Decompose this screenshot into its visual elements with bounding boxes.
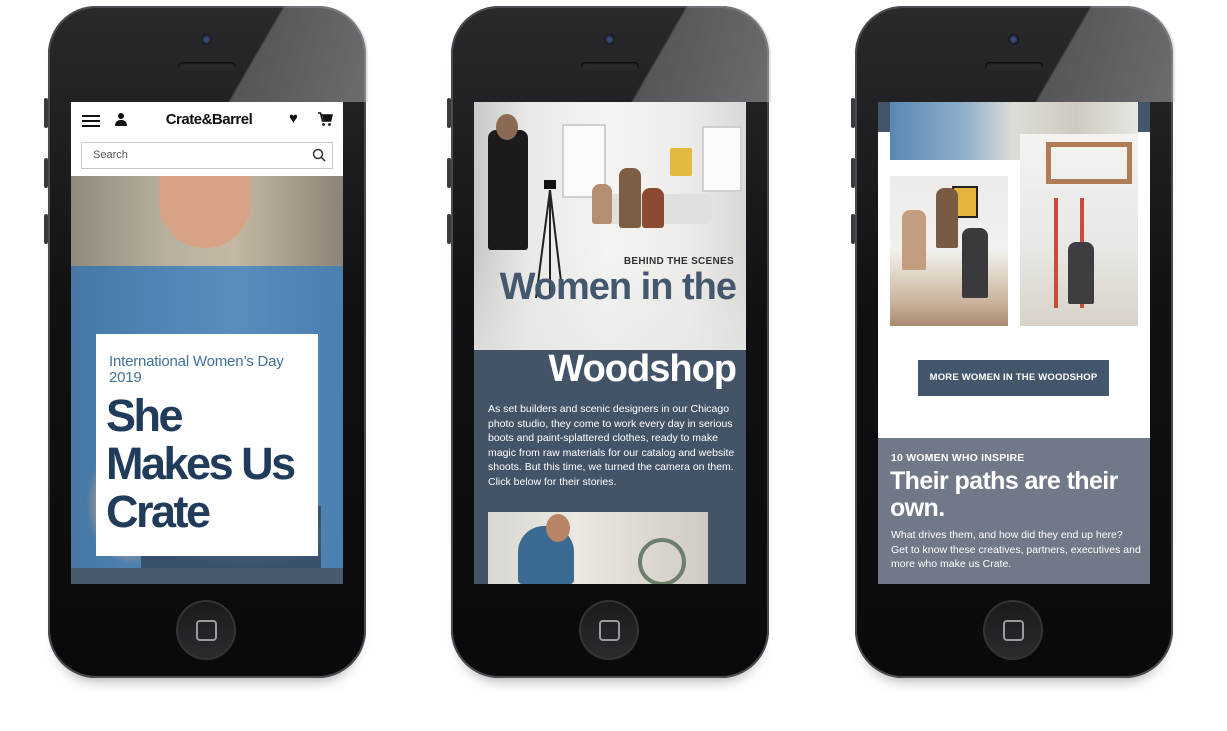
woodworker-head — [546, 514, 570, 542]
site-header: Crate&Barrel ♥ — [71, 102, 343, 138]
home-button — [983, 600, 1043, 660]
mute-switch — [851, 98, 855, 128]
section-title: Their paths are their own. — [890, 467, 1118, 522]
search-bar — [81, 142, 333, 169]
studio-photo — [474, 102, 746, 350]
woman-figure-standing — [936, 188, 958, 248]
woman-figure-seated — [962, 228, 988, 298]
search-input[interactable] — [91, 148, 295, 162]
hero-banner[interactable]: International Women’s Day 2019 She Makes… — [71, 176, 343, 568]
brand-logo[interactable]: Crate&Barrel — [151, 111, 267, 128]
woman-figure-standing — [619, 168, 641, 228]
front-camera — [1008, 34, 1019, 45]
phone-screen-3: MORE WOMEN IN THE WOODSHOP 10 WOMEN WHO … — [878, 102, 1150, 584]
headline-line-2: Woodshop — [548, 348, 737, 390]
account-icon[interactable] — [115, 113, 127, 127]
machine-wheel — [638, 538, 686, 584]
story-thumbnail[interactable] — [488, 512, 708, 584]
hero-text-card: International Women’s Day 2019 She Makes… — [96, 334, 318, 556]
woman-figure-seated — [592, 184, 612, 224]
phone-mockup-1: Crate&Barrel ♥ International Women’s Day… — [44, 6, 368, 678]
section-divider — [71, 568, 343, 584]
volume-down-button — [851, 214, 855, 244]
phone-mockup-3: MORE WOMEN IN THE WOODSHOP 10 WOMEN WHO … — [851, 6, 1175, 678]
front-camera — [201, 34, 212, 45]
home-button — [176, 600, 236, 660]
hamburger-menu-icon[interactable] — [82, 115, 100, 127]
phone-mockup-2: BEHIND THE SCENES Women in the Woodshop … — [447, 6, 771, 678]
volume-up-button — [447, 158, 451, 188]
earpiece-speaker — [178, 62, 236, 71]
section-label: 10 WOMEN WHO INSPIRE — [891, 452, 1025, 464]
phone-screen-2: BEHIND THE SCENES Women in the Woodshop … — [474, 102, 746, 584]
phone-screen-1: Crate&Barrel ♥ International Women’s Day… — [71, 102, 343, 584]
more-women-button[interactable]: MORE WOMEN IN THE WOODSHOP — [918, 360, 1109, 396]
story-body-text: As set builders and scenic designers in … — [488, 403, 735, 488]
earpiece-speaker — [985, 62, 1043, 71]
front-camera — [604, 34, 615, 45]
headline-line-1: Women in the — [499, 266, 737, 308]
volume-down-button — [447, 214, 451, 244]
section-body: What drives them, and how did they end u… — [891, 529, 1141, 570]
earpiece-speaker — [581, 62, 639, 71]
volume-up-button — [44, 158, 48, 188]
wall-art — [670, 148, 692, 176]
hero-title: She Makes Us Crate — [106, 390, 296, 537]
woman-figure-kneeling — [1068, 242, 1094, 304]
home-button — [579, 600, 639, 660]
shopping-cart-icon[interactable] — [317, 111, 334, 127]
hero-photo-face — [159, 176, 251, 248]
gallery-photo-left[interactable] — [890, 176, 1008, 326]
search-icon[interactable] — [312, 148, 326, 162]
wood-shelf — [1046, 142, 1132, 184]
volume-down-button — [44, 214, 48, 244]
woman-figure-seated — [642, 188, 664, 228]
mute-switch — [447, 98, 451, 128]
hero-subtitle: International Women’s Day 2019 — [109, 353, 284, 386]
photographer-figure — [488, 130, 528, 250]
studio-window — [702, 126, 742, 192]
photographer-head — [496, 114, 518, 140]
volume-up-button — [851, 158, 855, 188]
favorites-heart-icon[interactable]: ♥ — [289, 111, 298, 126]
mute-switch — [44, 98, 48, 128]
woman-figure-seated — [902, 210, 926, 270]
